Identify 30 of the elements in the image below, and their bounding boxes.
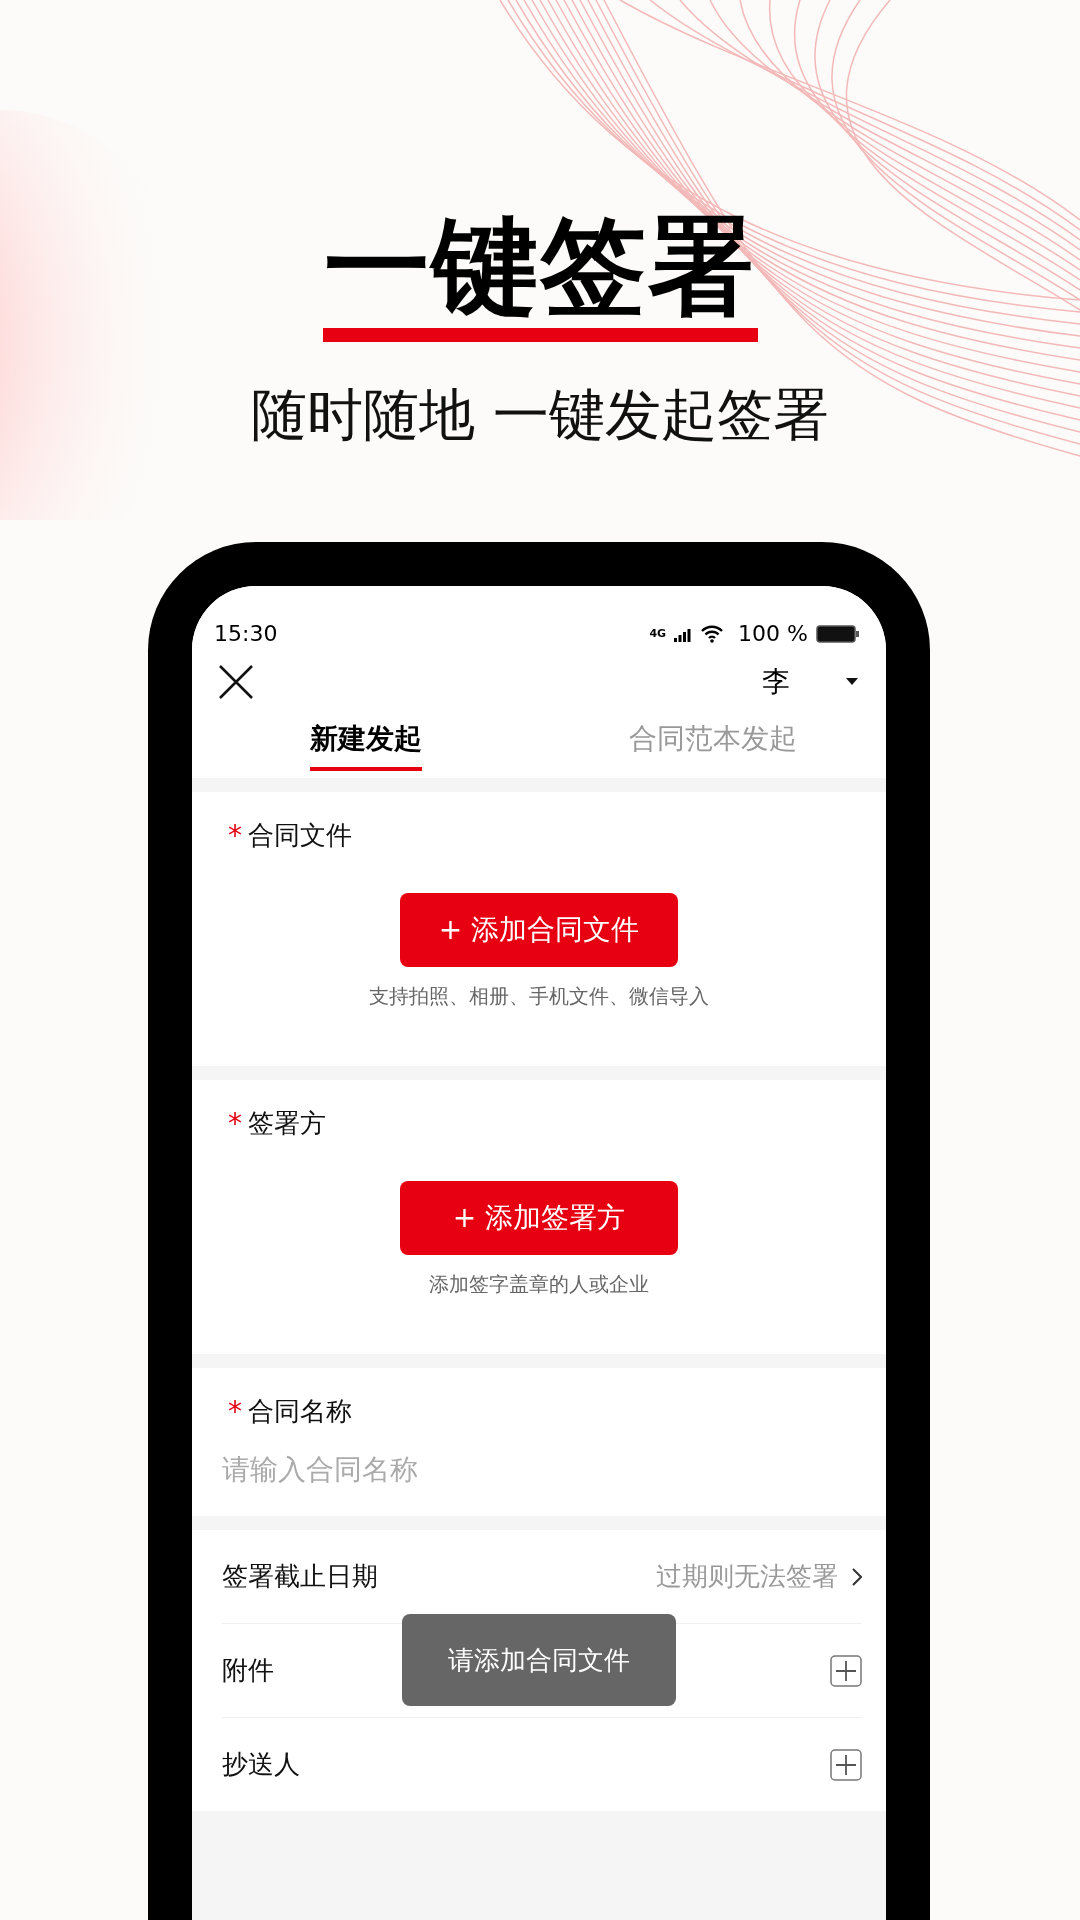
section-title: 签署方 <box>248 1107 326 1140</box>
add-button[interactable]: + 添加合同文件 <box>400 893 678 967</box>
chevron-right-icon[interactable] <box>852 1567 862 1586</box>
battery-percent: 100 % <box>738 621 808 646</box>
headline: 一键签署 <box>323 206 757 328</box>
add-button[interactable]: + 添加签署方 <box>400 1181 678 1255</box>
section-hint: 支持拍照、相册、手机文件、微信导入 <box>369 983 709 1010</box>
tab[interactable]: 新建发起 <box>309 719 422 771</box>
section-hint: 添加签字盖章的人或企业 <box>429 1271 649 1298</box>
add-icon[interactable] <box>830 1748 862 1781</box>
required-marker: * <box>228 819 242 852</box>
required-marker: * <box>228 1107 242 1140</box>
network-label: 4G <box>649 627 667 640</box>
subtitle: 随时随地 一键发起签署 <box>251 381 829 449</box>
required-marker: * <box>228 1395 242 1428</box>
wifi-icon <box>700 624 725 643</box>
status-time: 15:30 <box>214 621 278 646</box>
dropdown-caret-icon[interactable] <box>846 678 858 686</box>
contract-name-input[interactable]: 请输入合同名称 <box>222 1453 856 1486</box>
option-label[interactable]: 抄送人 <box>222 1747 300 1782</box>
section-title: 合同名称 <box>248 1395 352 1428</box>
close-icon[interactable] <box>218 664 254 700</box>
section-title: 合同文件 <box>248 819 352 852</box>
toast-message: 请添加合同文件 <box>402 1614 676 1706</box>
option-label[interactable]: 签署截止日期 <box>222 1559 378 1594</box>
battery-icon <box>816 624 860 643</box>
add-icon[interactable] <box>830 1654 862 1687</box>
option-hint: 过期则无法签署 <box>656 1560 838 1593</box>
option-label[interactable]: 附件 <box>222 1653 274 1688</box>
user-name[interactable]: 李 <box>762 663 790 701</box>
